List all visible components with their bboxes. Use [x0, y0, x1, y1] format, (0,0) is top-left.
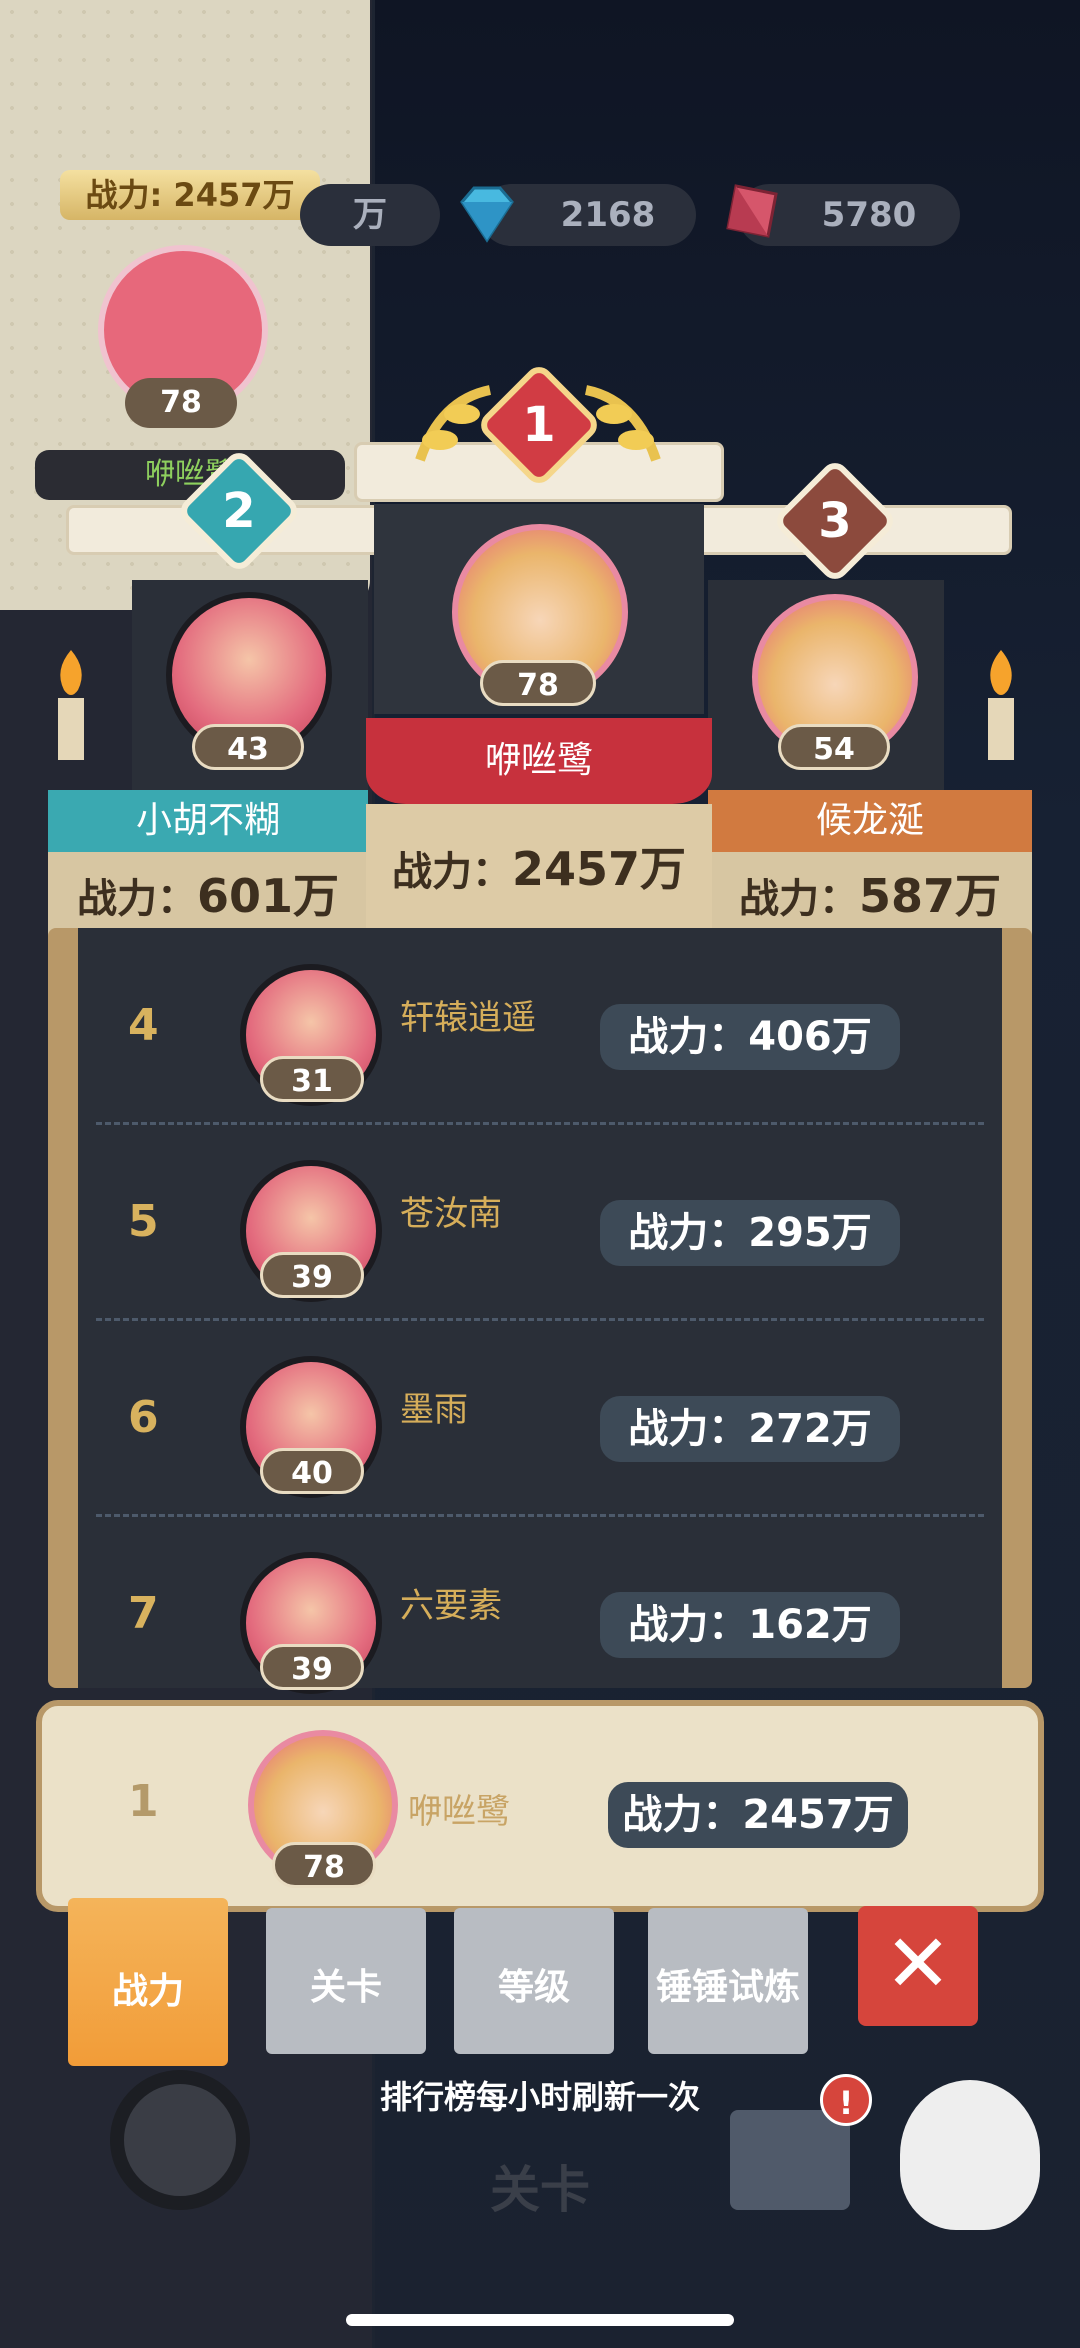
row-rank: 4 — [128, 1000, 159, 1051]
my-level: 78 — [272, 1842, 376, 1888]
podium: 2 43 小胡不糊 战力：601万 3 54 候龙涎 战力：587万 1 78 … — [48, 361, 1032, 940]
power-value-second: 601万 — [196, 869, 340, 923]
row-name: 六要素 — [400, 1586, 502, 1626]
power-label-second: 战力： — [76, 876, 197, 922]
home-indicator[interactable] — [346, 2314, 734, 2326]
row-name: 轩辕逍遥 — [400, 998, 536, 1038]
tab-level[interactable]: 等级 — [454, 1908, 614, 2054]
stage-label[interactable]: 关卡 — [440, 2150, 640, 2222]
list-row[interactable]: 5 39 苍汝南 战力：295万 — [78, 1124, 1002, 1320]
torch-right-icon — [988, 650, 1014, 760]
power-first: 战力：2457万 — [366, 804, 712, 940]
row-rank: 5 — [128, 1196, 159, 1247]
power-label-third: 战力： — [738, 876, 859, 922]
row-level: 39 — [260, 1644, 364, 1690]
currency-partial: 万 — [300, 184, 440, 246]
row-power: 战力：295万 — [600, 1200, 900, 1266]
row-level: 39 — [260, 1252, 364, 1298]
row-power: 战力：272万 — [600, 1396, 900, 1462]
list-row[interactable]: 7 39 六要素 战力：162万 — [78, 1516, 1002, 1712]
diamond-icon — [460, 186, 514, 243]
background-level: 78 — [125, 378, 237, 428]
tab-hammer-trial[interactable]: 锤锤试炼 — [648, 1908, 808, 2054]
background-power-banner: 战力: 2457万 — [60, 170, 320, 220]
row-level: 40 — [260, 1448, 364, 1494]
ranking-list[interactable]: 4 31 轩辕逍遥 战力：406万 5 39 苍汝南 战力：295万 6 40 … — [48, 928, 1032, 1694]
rank-number-second: 2 — [222, 483, 256, 539]
crystal-icon — [726, 184, 778, 238]
level-third: 54 — [778, 724, 890, 770]
ranking-list-inner: 4 31 轩辕逍遥 战力：406万 5 39 苍汝南 战力：295万 6 40 … — [78, 928, 1002, 1694]
list-row[interactable]: 6 40 墨雨 战力：272万 — [78, 1320, 1002, 1516]
power-value-third: 587万 — [858, 869, 1002, 923]
rank-number-third: 3 — [818, 493, 852, 549]
tab-power[interactable]: 战力 — [68, 1898, 228, 2066]
power-third: 战力：587万 — [708, 852, 1032, 940]
row-name: 苍汝南 — [400, 1194, 502, 1234]
laurel-icon — [415, 385, 661, 462]
close-button[interactable]: ✕ — [858, 1906, 978, 2026]
level-second: 43 — [192, 724, 304, 770]
name-banner-second: 小胡不糊 — [48, 790, 368, 852]
row-rank: 7 — [128, 1588, 159, 1639]
my-name: 咿咝鹭 — [408, 1792, 510, 1832]
power-second: 战力：601万 — [48, 852, 368, 940]
power-value-first: 2457万 — [511, 842, 687, 896]
level-first: 78 — [480, 660, 596, 706]
row-name: 墨雨 — [400, 1390, 468, 1430]
notification-badge: ! — [820, 2074, 872, 2126]
my-rank-row[interactable]: 1 78 咿咝鹭 战力：2457万 — [36, 1700, 1044, 1912]
power-label-first: 战力： — [391, 849, 512, 895]
name-banner-first: 咿咝鹭 — [366, 718, 712, 804]
name-banner-third: 候龙涎 — [708, 790, 1032, 852]
torch-left-icon — [58, 650, 84, 760]
skull-icon[interactable] — [900, 2080, 1040, 2230]
row-power: 战力：162万 — [600, 1592, 900, 1658]
list-row[interactable]: 4 31 轩辕逍遥 战力：406万 — [78, 928, 1002, 1124]
my-power: 战力：2457万 — [608, 1782, 908, 1848]
row-level: 31 — [260, 1056, 364, 1102]
my-rank: 1 — [128, 1776, 159, 1827]
row-rank: 6 — [128, 1392, 159, 1443]
tab-stage[interactable]: 关卡 — [266, 1908, 426, 2054]
chest-icon[interactable] — [730, 2110, 850, 2210]
row-power: 战力：406万 — [600, 1004, 900, 1070]
settings-gear-icon[interactable] — [110, 2070, 250, 2210]
